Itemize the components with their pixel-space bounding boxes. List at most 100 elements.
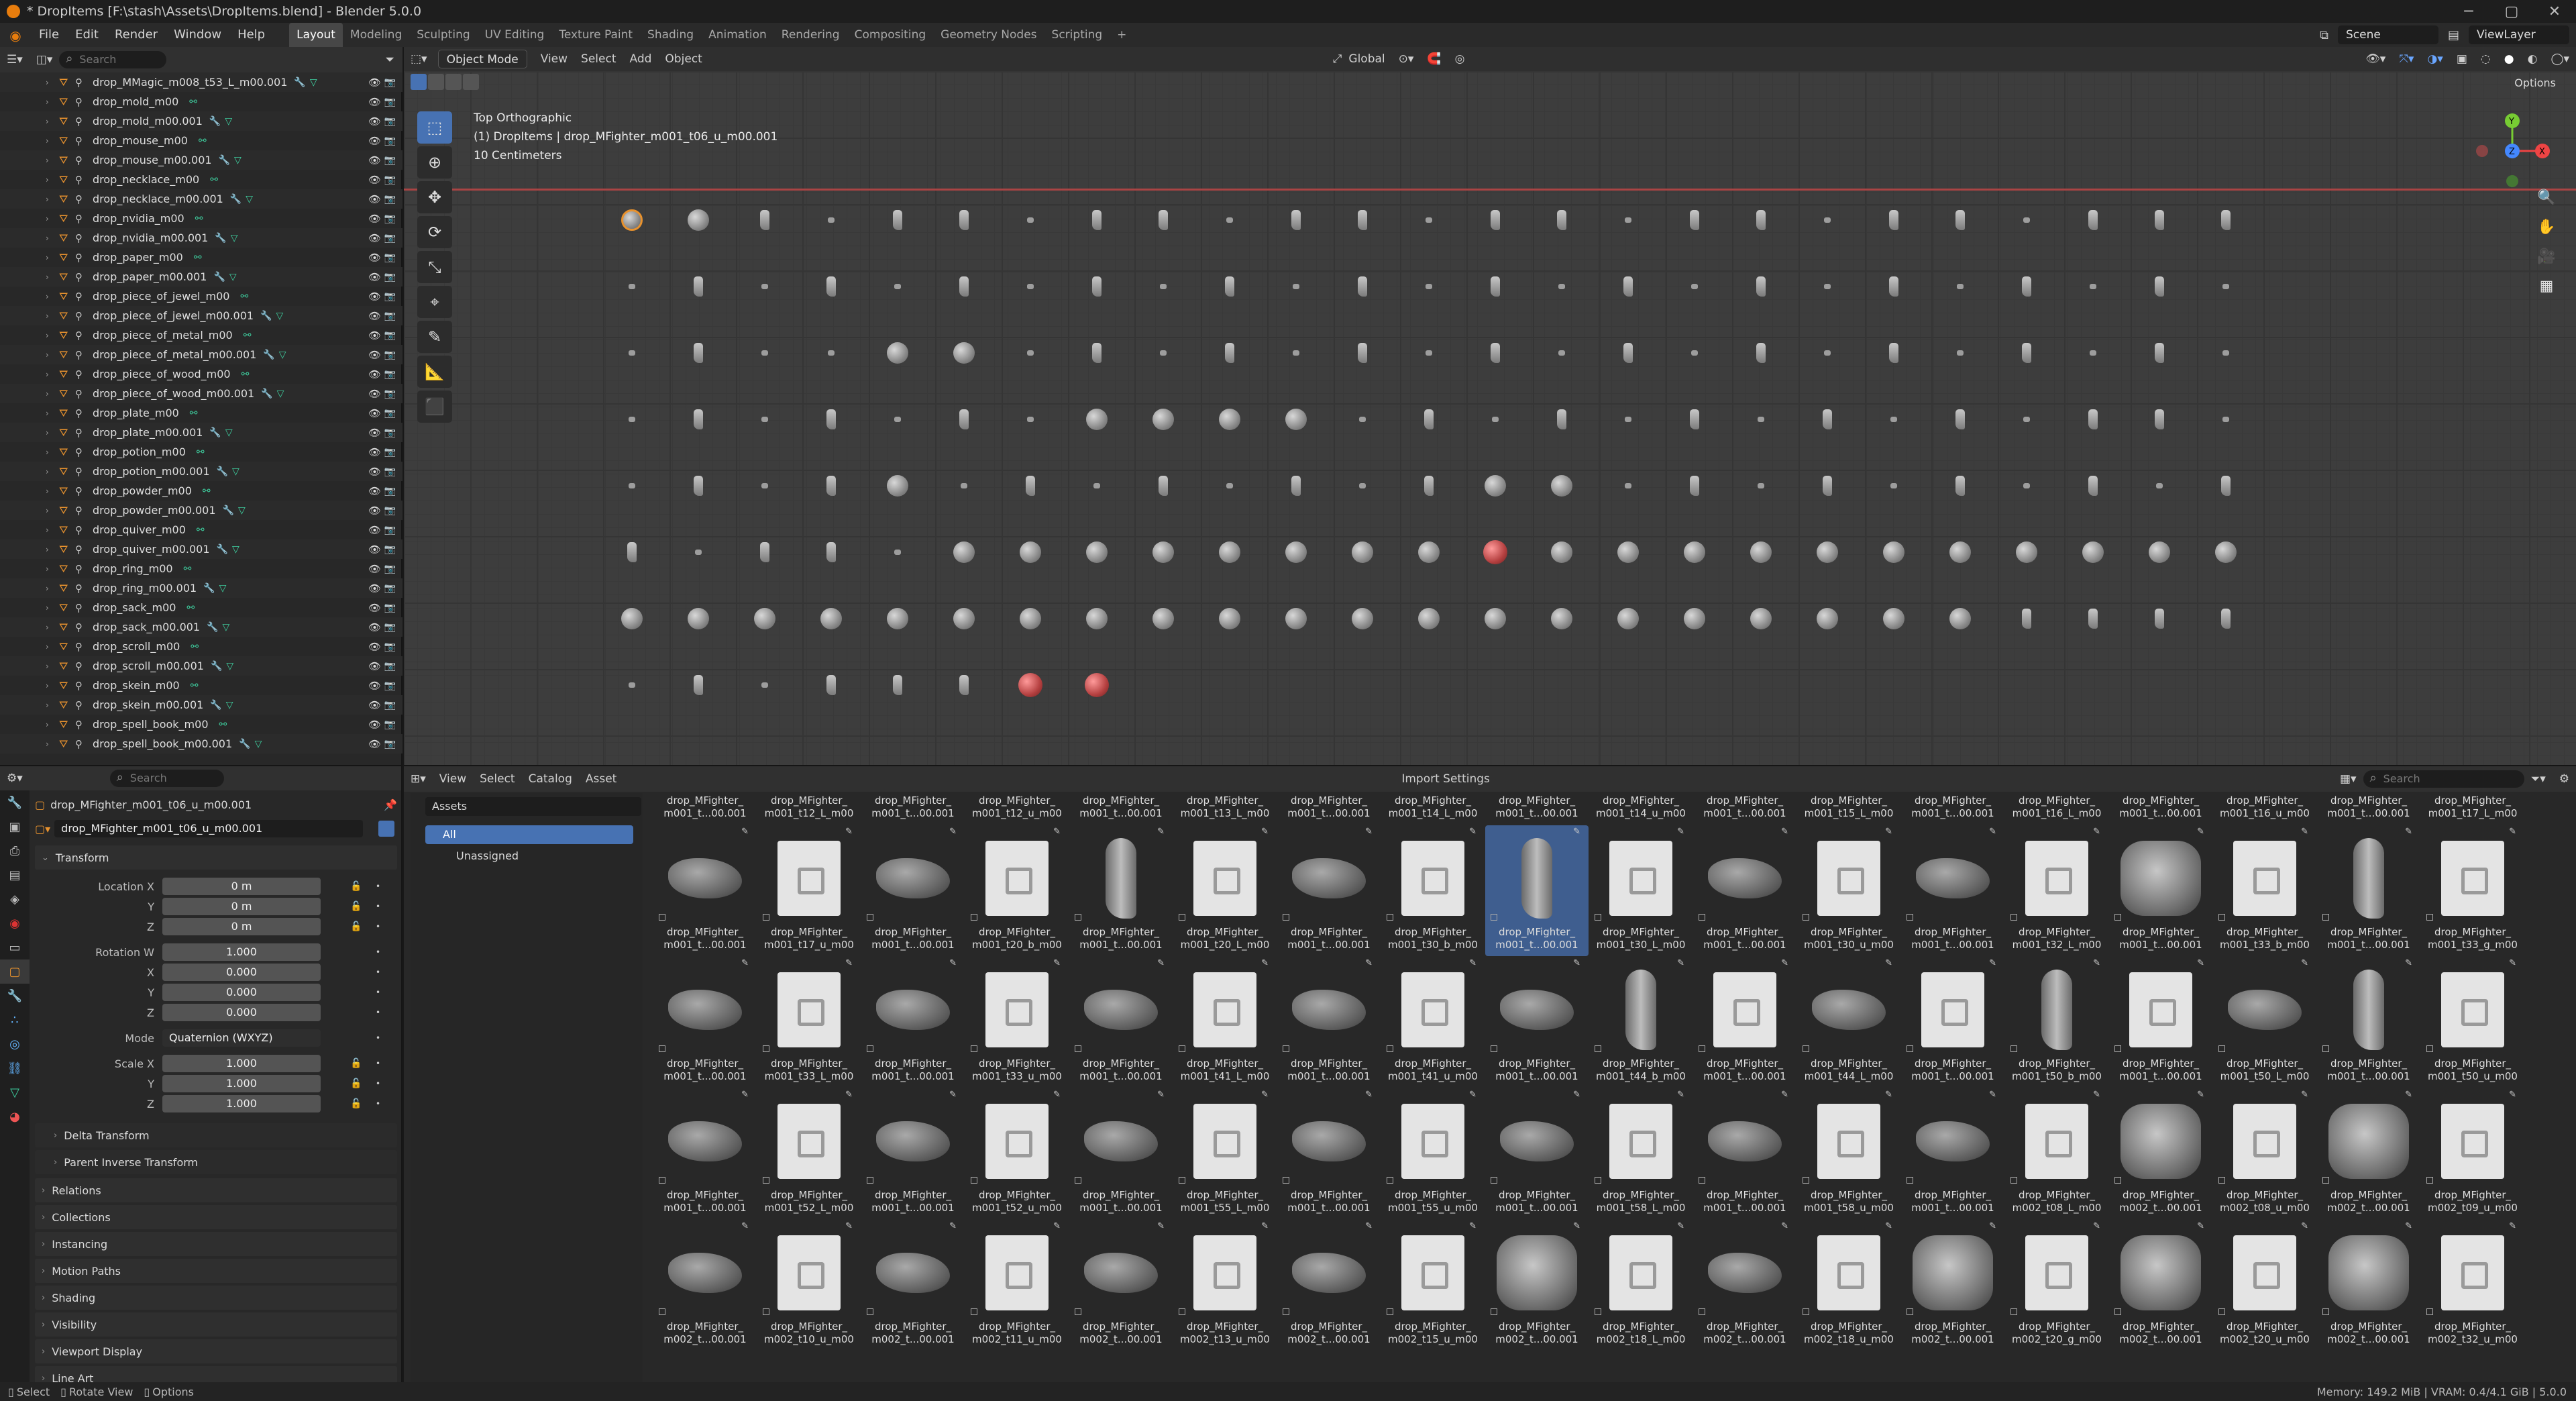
overlay-toggle-icon[interactable]: ◑▾ (2420, 49, 2449, 69)
render-camera-icon[interactable]: 📷 (384, 77, 396, 88)
outliner-row[interactable]: › ⛛ ⚲ drop_potion_m00.001 🔧 ▽ 👁 📷 (0, 462, 402, 481)
asset-checkbox[interactable] (1179, 1045, 1185, 1052)
asset-tile[interactable]: ✎ drop_MFighter_ m002_t11_u_m00 (965, 1220, 1069, 1351)
tab-shading[interactable]: Shading (640, 23, 701, 47)
expand-arrow-icon[interactable]: › (46, 681, 56, 690)
output-tab-icon[interactable]: ⎙ (0, 839, 30, 863)
collection-tab-icon[interactable]: ▭ (0, 935, 30, 959)
expand-arrow-icon[interactable]: › (46, 739, 56, 749)
render-camera-icon[interactable]: 📷 (384, 603, 396, 613)
visibility-eye-icon[interactable]: 👁 (368, 505, 381, 517)
asset-tile[interactable]: ✎drop_MFighter_m001_t...00.001 (861, 957, 965, 1088)
menu-edit[interactable]: Edit (67, 23, 107, 47)
visibility-eye-icon[interactable]: 👁 (368, 368, 381, 380)
asset-tile[interactable]: ✎ drop_MFighter_ m001_t17_u_m00 (757, 825, 861, 956)
asset-checkbox[interactable] (2114, 914, 2121, 921)
asset-tile[interactable]: ✎ drop_MFighter_ m002_t18_L_m00 (1589, 1220, 1693, 1351)
fake-user-icon[interactable] (378, 821, 394, 837)
visibility-eye-icon[interactable]: 👁 (368, 329, 381, 342)
scale-y-field[interactable]: 1.000 (162, 1075, 321, 1092)
asset-tile[interactable]: ✎drop_MFighter_m001_t...00.001 (1277, 1088, 1381, 1219)
view-layer-icon[interactable]: ▤ (2448, 28, 2459, 42)
rotation-w-field[interactable]: 1.000 (162, 943, 321, 961)
asset-tile[interactable]: ✎ drop_MFighter_ m002_t...00.001 (2109, 1220, 2212, 1351)
editor-type-icon[interactable]: ⬚▾ (404, 49, 434, 69)
pin-icon[interactable]: 📌 (384, 798, 397, 811)
outliner-row[interactable]: › ⛛ ⚲ drop_piece_of_wood_m00.001 🔧 ▽ 👁 📷 (0, 384, 402, 403)
asset-checkbox[interactable] (1699, 914, 1705, 921)
asset-tile[interactable]: ✎ drop_MFighter_ m002_t...00.001 (1277, 1220, 1381, 1351)
expand-arrow-icon[interactable]: › (46, 234, 56, 243)
expand-arrow-icon[interactable]: › (46, 584, 56, 593)
asset-checkbox[interactable] (1907, 914, 1913, 921)
visibility-eye-icon[interactable]: 👁 (368, 466, 381, 478)
asset-tile[interactable]: ✎drop_MFighter_m001_t12_u_m00 (965, 794, 1069, 825)
asset-tile[interactable]: ✎drop_MFighter_m001_t...00.001 (1277, 957, 1381, 1088)
add-workspace-button[interactable]: + (1110, 23, 1134, 47)
visibility-eye-icon[interactable]: 👁 (368, 135, 381, 147)
visibility-eye-icon[interactable]: 👁 (368, 485, 381, 497)
data-tab-icon[interactable]: ▽ (0, 1080, 30, 1104)
scene-icon[interactable]: ⧉ (2320, 28, 2328, 42)
properties-search-input[interactable]: Search (109, 769, 224, 787)
render-camera-icon[interactable]: 📷 (384, 174, 396, 185)
visibility-eye-icon[interactable]: 👁 (368, 446, 381, 458)
render-camera-icon[interactable]: 📷 (384, 544, 396, 555)
collections-panel[interactable]: › Collections (35, 1205, 397, 1229)
render-camera-icon[interactable]: 📷 (384, 583, 396, 594)
expand-arrow-icon[interactable]: › (46, 370, 56, 379)
world-tab-icon[interactable]: ◉ (0, 911, 30, 935)
visibility-eye-icon[interactable]: 👁 (368, 76, 381, 89)
asset-checkbox[interactable] (2218, 1177, 2225, 1184)
proportional-edit-icon[interactable]: ◎ (1448, 49, 1472, 69)
asset-checkbox[interactable] (2218, 914, 2225, 921)
rotation-x-field[interactable]: 0.000 (162, 964, 321, 981)
asset-tile[interactable]: ✎drop_MFighter_m001_t...00.001 (861, 794, 965, 825)
expand-arrow-icon[interactable]: › (46, 623, 56, 632)
object-mode-select[interactable]: Object Mode (437, 50, 527, 68)
asset-checkbox[interactable] (2426, 1045, 2433, 1052)
asset-tile[interactable]: ✎ drop_MFighter_ m001_t32_L_m00 (2005, 825, 2108, 956)
asset-tile[interactable]: ✎ drop_MFighter_ m001_t55_u_m00 (1381, 1088, 1485, 1219)
outliner-row[interactable]: › ⛛ ⚲ drop_MMagic_m008_t53_L_m00.001 🔧 ▽ 👁 📷 (0, 72, 402, 92)
asset-checkbox[interactable] (971, 1045, 977, 1052)
asset-tile[interactable]: ✎drop_MFighter_m001_t12_L_m00 (757, 794, 861, 825)
asset-tile[interactable]: ✎ drop_MFighter_ m001_t30_L_m00 (1589, 825, 1693, 956)
visibility-eye-icon[interactable]: 👁 (368, 641, 381, 653)
scale-x-field[interactable]: 1.000 (162, 1055, 321, 1072)
asset-tile[interactable]: ✎drop_MFighter_m001_t...00.001 (861, 1088, 965, 1219)
outliner-row[interactable]: › ⛛ ⚲ drop_mold_m00.001 🔧 ▽ 👁 📷 (0, 111, 402, 131)
asset-checkbox[interactable] (1179, 1177, 1185, 1184)
rotation-z-field[interactable]: 0.000 (162, 1004, 321, 1021)
asset-checkbox[interactable] (1595, 1308, 1601, 1315)
visibility-eye-icon[interactable]: 👁 (368, 407, 381, 419)
expand-arrow-icon[interactable]: › (46, 662, 56, 671)
keyframe-dot-icon[interactable]: • (376, 1033, 380, 1043)
editor-type-icon[interactable]: ☰▾ (0, 50, 30, 70)
xray-toggle-icon[interactable]: ▣ (2450, 49, 2474, 69)
asset-tile[interactable]: ✎drop_MFighter_m001_t...00.001 (1901, 825, 2004, 956)
asset-tile[interactable]: ✎ drop_MFighter_ m002_t08_L_m00 (2005, 1088, 2108, 1219)
asset-checkbox[interactable] (2114, 1045, 2121, 1052)
asset-tile[interactable]: ✎ drop_MFighter_ m002_t09_u_m00 (2421, 1088, 2524, 1219)
relations-panel[interactable]: › Relations (35, 1178, 397, 1202)
visibility-eye-icon[interactable]: 👁 (368, 271, 381, 283)
asset-tile[interactable]: ✎drop_MFighter_m001_t...00.001 (1485, 825, 1589, 956)
annotate-tool-icon[interactable]: ✎ (417, 321, 452, 353)
asset-checkbox[interactable] (763, 914, 769, 921)
gizmo-toggle-icon[interactable]: ⤧▾ (2392, 49, 2420, 69)
visibility-eye-icon[interactable]: 👁 (368, 388, 381, 400)
keyframe-dot-icon[interactable]: • (376, 1079, 380, 1088)
asset-checkbox[interactable] (2218, 1045, 2225, 1052)
asset-tile[interactable]: ✎drop_MFighter_m001_t...00.001 (2109, 957, 2212, 1088)
asset-tile[interactable]: ✎ drop_MFighter_ m002_t...00.001 (1693, 1220, 1796, 1351)
visibility-eye-icon[interactable]: 👁 (368, 310, 381, 322)
camera-view-icon[interactable]: 🎥 (2533, 248, 2560, 278)
asset-checkbox[interactable] (1491, 1177, 1497, 1184)
asset-checkbox[interactable] (1699, 1177, 1705, 1184)
render-camera-icon[interactable]: 📷 (384, 116, 396, 127)
asset-checkbox[interactable] (1491, 914, 1497, 921)
asset-tile[interactable]: ✎ drop_MFighter_ m001_t52_L_m00 (757, 1088, 861, 1219)
asset-checkbox[interactable] (1179, 1308, 1185, 1315)
expand-arrow-icon[interactable]: › (46, 97, 56, 107)
